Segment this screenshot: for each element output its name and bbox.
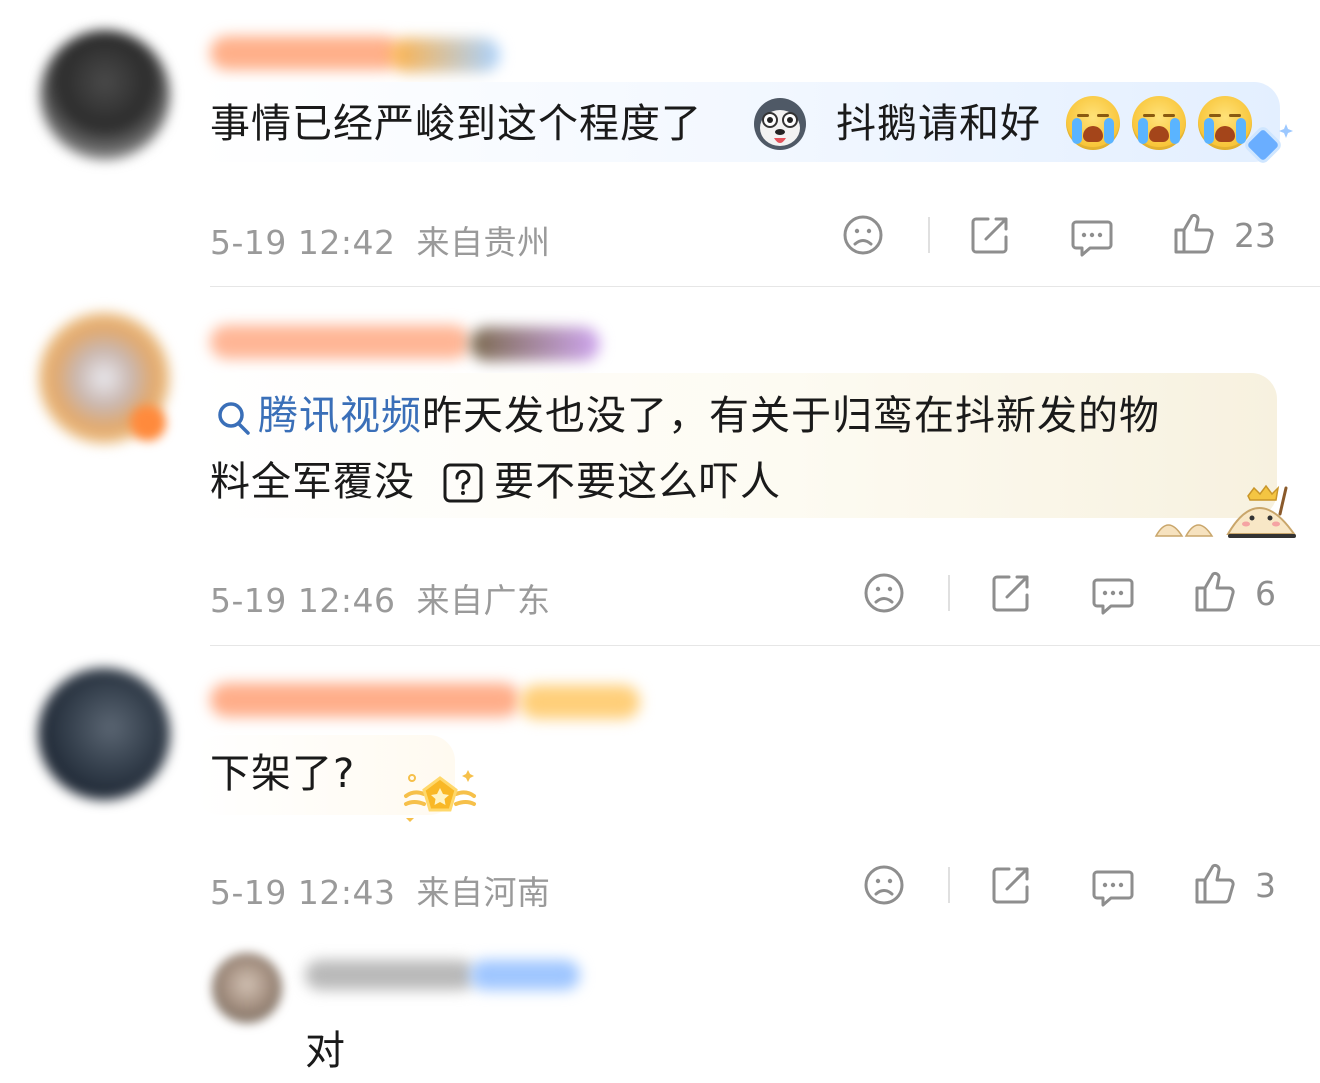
avatar[interactable] xyxy=(212,953,282,1023)
comment-text: 要不要这么吓人 xyxy=(494,450,781,514)
share-icon[interactable] xyxy=(989,571,1033,619)
comment-meta: 5-19 12:43 来自河南 xyxy=(210,866,551,914)
username-blurred[interactable] xyxy=(305,960,475,990)
reply-text: 对 xyxy=(305,1028,345,1074)
comment-text: 下架了? xyxy=(210,751,356,797)
like-count: 3 xyxy=(1255,866,1276,905)
comment-text: 事情已经严峻到这个程度了 xyxy=(210,92,702,156)
comment-text-part: 昨天发也没了，有关于归鸾在抖新发的物 xyxy=(422,393,1160,439)
comment-location: 来自贵州 xyxy=(416,223,551,262)
thumbs-up-icon[interactable] xyxy=(1193,862,1237,910)
search-icon[interactable] xyxy=(216,398,252,442)
husky-emoji-icon xyxy=(752,96,808,152)
comment-text: 料全军覆没 xyxy=(210,450,415,514)
sad-face-icon[interactable] xyxy=(863,864,905,910)
thumbs-up-icon[interactable] xyxy=(1172,212,1216,260)
question-box-icon xyxy=(442,462,484,508)
user-badge-blurred xyxy=(470,327,600,361)
gold-star-badge-icon xyxy=(400,766,480,826)
comment-meta: 5-19 12:46 来自广东 xyxy=(210,574,551,622)
comment-text-part: 抖鹅请和好 xyxy=(836,101,1041,147)
comment-text-part: 料全军覆没 xyxy=(210,459,415,505)
share-icon[interactable] xyxy=(968,213,1012,261)
comment-date: 5-19 12:43 xyxy=(210,873,396,912)
comment-meta: 5-19 12:42 来自贵州 xyxy=(210,216,551,264)
avatar-badge xyxy=(130,405,166,441)
comment-text-part: 要不要这么吓人 xyxy=(494,459,781,505)
comment-text: 腾讯视频昨天发也没了，有关于归鸾在抖新发的物 xyxy=(258,384,1160,448)
like-count: 23 xyxy=(1234,216,1276,255)
search-link[interactable]: 腾讯视频 xyxy=(258,393,422,439)
divider xyxy=(948,867,950,903)
sad-face-icon[interactable] xyxy=(863,572,905,618)
divider xyxy=(210,645,1320,646)
comment-date: 5-19 12:42 xyxy=(210,223,396,262)
username-blurred[interactable] xyxy=(210,325,470,359)
comment-location: 来自广东 xyxy=(416,581,551,620)
comment-text: 抖鹅请和好 xyxy=(836,92,1041,156)
user-badge-blurred xyxy=(520,685,640,719)
crying-emoji-icon xyxy=(1066,96,1120,150)
avatar[interactable] xyxy=(40,30,170,160)
sad-face-icon[interactable] xyxy=(842,214,884,260)
crying-emoji-icon xyxy=(1132,96,1186,150)
comment-location: 来自河南 xyxy=(416,873,551,912)
avatar[interactable] xyxy=(38,668,170,800)
comment-bubble-icon[interactable] xyxy=(1091,572,1135,620)
divider xyxy=(210,286,1320,287)
like-count: 6 xyxy=(1255,574,1276,613)
divider xyxy=(928,217,930,253)
comment-bubble-icon[interactable] xyxy=(1070,214,1114,262)
user-badge-blurred xyxy=(470,960,580,990)
share-icon[interactable] xyxy=(989,863,1033,911)
comment-bubble-icon[interactable] xyxy=(1091,864,1135,912)
divider xyxy=(948,575,950,611)
user-badge-blurred xyxy=(390,38,500,72)
diamond-badge-icon xyxy=(1236,122,1294,172)
username-blurred[interactable] xyxy=(210,683,520,717)
comment-date: 5-19 12:46 xyxy=(210,581,396,620)
thumbs-up-icon[interactable] xyxy=(1193,570,1237,618)
comment-text-part: 事情已经严峻到这个程度了 xyxy=(210,101,702,147)
username-blurred[interactable] xyxy=(210,36,400,70)
dumpling-sticker-icon xyxy=(1150,478,1300,540)
